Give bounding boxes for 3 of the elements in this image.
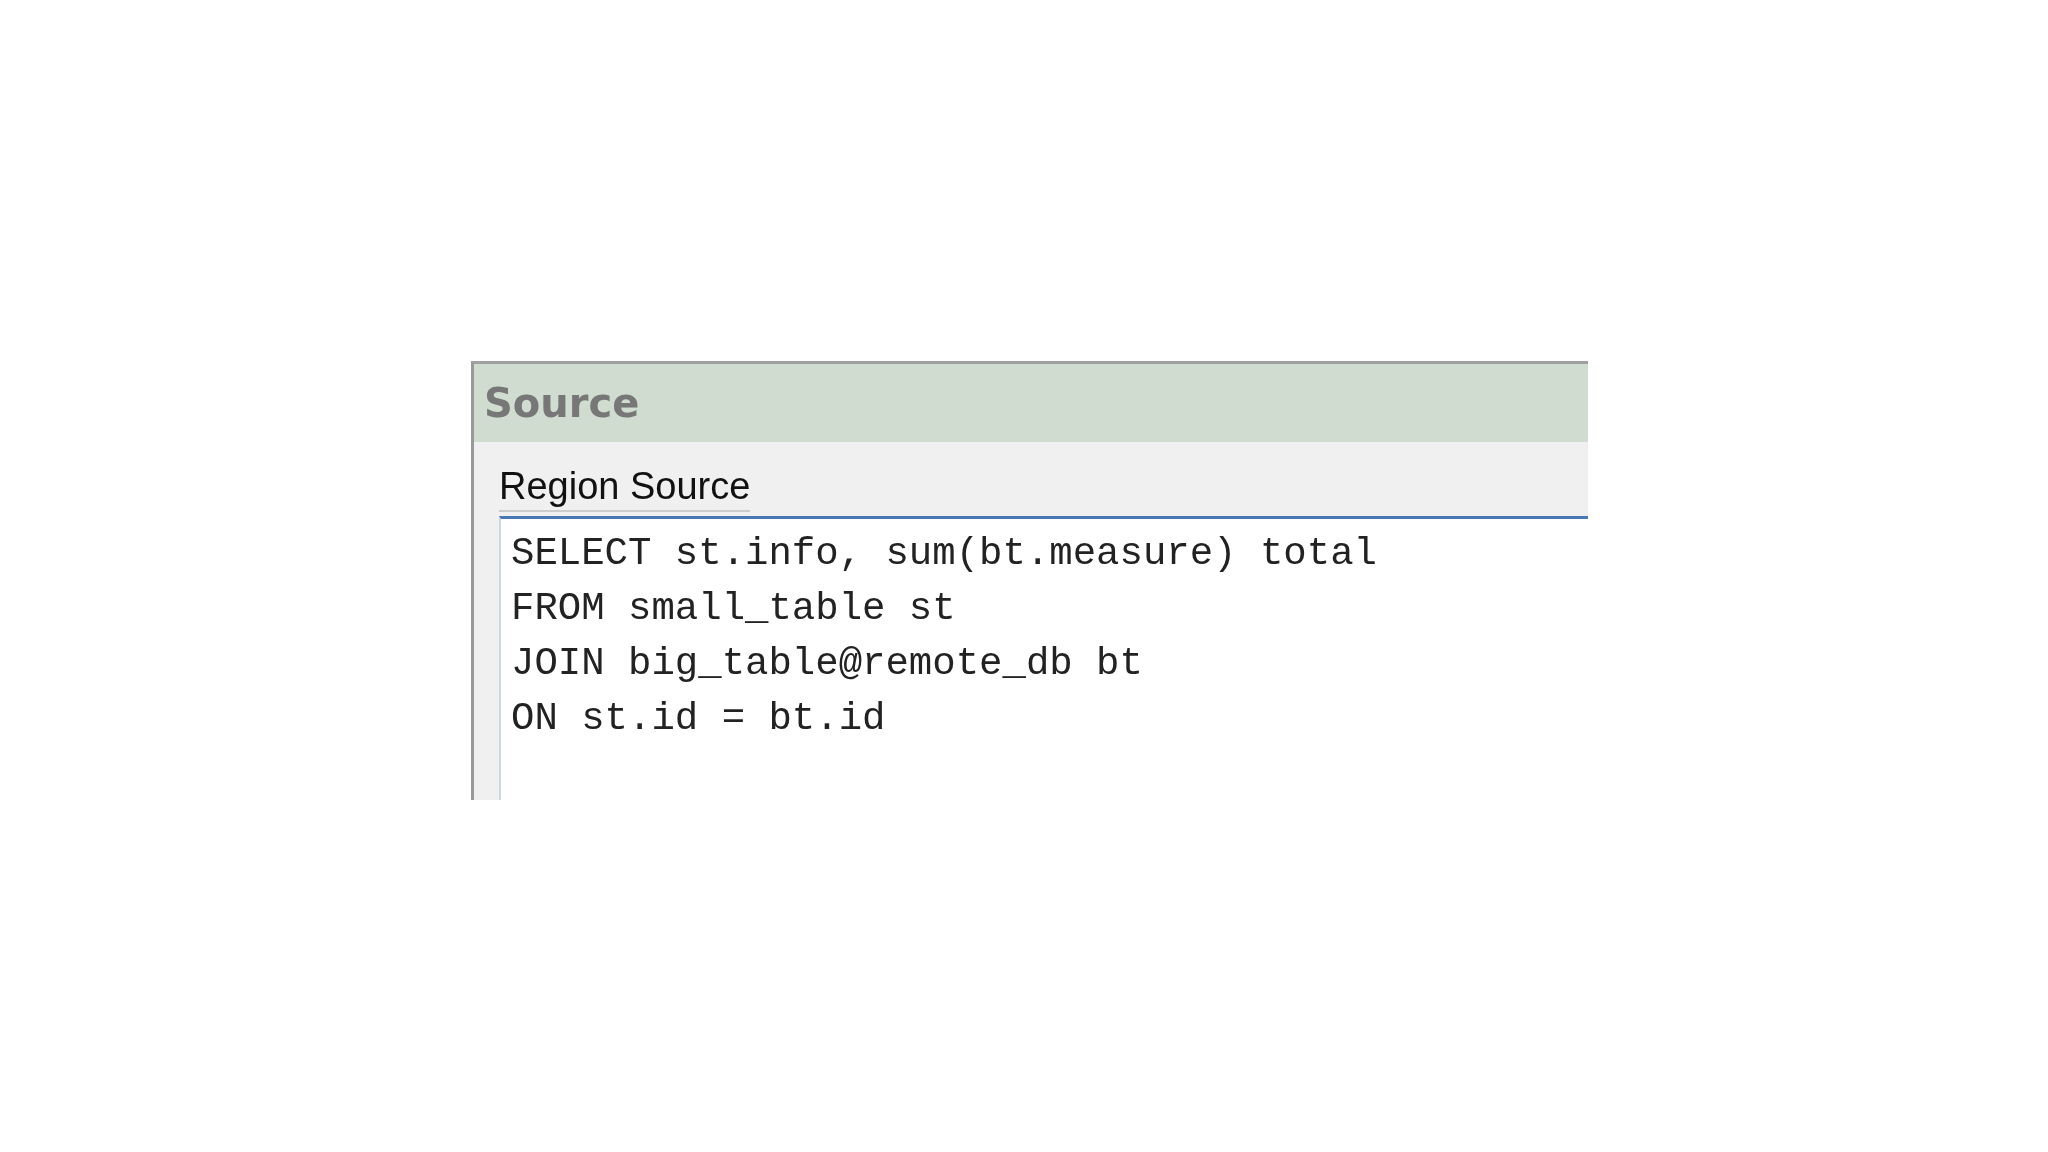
field-label: Region Source	[499, 464, 751, 512]
panel-title: Source	[484, 380, 640, 426]
code-field[interactable]: SELECT st.info, sum(bt.measure) total FROM small_table st JOIN big_table@remote_db bt ON st.id = bt.id	[499, 515, 1588, 800]
